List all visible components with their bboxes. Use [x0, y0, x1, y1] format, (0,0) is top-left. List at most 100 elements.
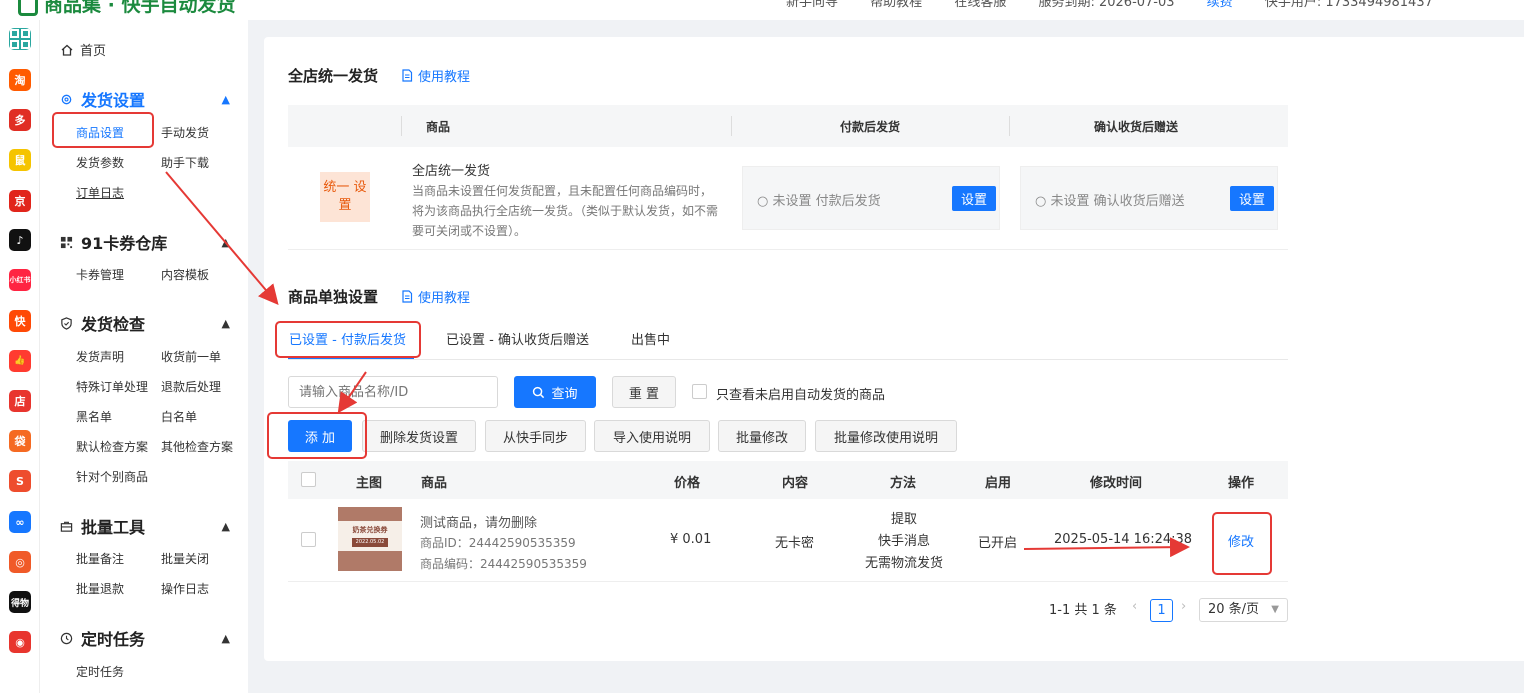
shopee-icon[interactable]: S — [9, 470, 31, 492]
product-tabs: 已设置 - 付款后发货 已设置 - 确认收货后赠送 出售中 — [288, 318, 1288, 360]
xiaohongshu-icon[interactable]: 小红书 — [9, 269, 31, 291]
col-enabled: 启用 — [985, 476, 1012, 491]
app-icon-3[interactable]: 鼠 — [9, 149, 31, 171]
link-icon[interactable]: ∞ — [9, 511, 31, 533]
row-checkbox[interactable] — [301, 532, 316, 547]
select-all-checkbox[interactable] — [301, 472, 316, 487]
product-code: 商品编码：24442590535359 — [420, 557, 587, 571]
sidebar-item-batch-close[interactable]: 批量关闭 — [161, 550, 209, 567]
col-product: 商品 — [421, 476, 448, 491]
modified-time: 2025-05-14 16:24:38 — [1054, 532, 1193, 547]
jd-icon[interactable]: 京 — [9, 190, 31, 212]
document-icon — [402, 69, 413, 82]
clock-icon — [60, 632, 73, 644]
annotation-box-edit — [1212, 512, 1272, 575]
reset-button[interactable]: 重 置 — [612, 376, 676, 408]
thumb-icon[interactable]: 👍 — [9, 350, 31, 372]
sidebar-item-batch-note[interactable]: 批量备注 — [76, 550, 124, 567]
chevron-up-icon: ▲ — [221, 235, 230, 249]
chevron-up-icon: ▲ — [221, 316, 230, 330]
chevron-up-icon: ▲ — [221, 92, 230, 106]
import-help-button[interactable]: 导入使用说明 — [594, 420, 710, 452]
next-page-icon[interactable]: › — [1181, 599, 1186, 614]
col-modified: 修改时间 — [1090, 476, 1143, 491]
page-1[interactable]: 1 — [1150, 599, 1173, 622]
annotation-box-tab — [275, 321, 421, 358]
receipt-gift-status: ○ 未设置 确认收货后赠送 — [1035, 194, 1185, 209]
col-content: 内容 — [782, 476, 809, 491]
sidebar-item-home[interactable]: 首页 — [60, 40, 106, 59]
app-grid-icon[interactable] — [9, 28, 31, 50]
header-link-help[interactable]: 帮助教程 — [870, 0, 922, 10]
product-id: 商品ID：24442590535359 — [420, 536, 576, 550]
sidebar-group-batch-tools[interactable]: 批量工具 ▲ — [60, 514, 230, 538]
sidebar-item-ship-statement[interactable]: 发货声明 — [76, 348, 124, 365]
header-link-guide[interactable]: 新手向导 — [786, 0, 838, 10]
sidebar-item-per-product[interactable]: 针对个别商品 — [76, 468, 148, 485]
sidebar-item-default-check[interactable]: 默认检查方案 — [76, 438, 148, 455]
product-thumbnail: 奶茶兑换券 2022.05.02 — [338, 507, 402, 571]
sync-kuaishou-button[interactable]: 从快手同步 — [485, 420, 586, 452]
shield-icon — [61, 316, 72, 330]
pinduoduo-icon[interactable]: 多 — [9, 109, 31, 131]
app-icon-13[interactable]: ◎ — [9, 551, 31, 573]
kuaishou-icon[interactable]: 快 — [9, 310, 31, 332]
sidebar-group-scheduled[interactable]: 定时任务 ▲ — [60, 626, 230, 650]
header-menu: 新手向导 帮助教程 在线客服 服务到期: 2026-07-03 续费 快手用户:… — [786, 0, 1461, 10]
global-section-title: 全店统一发货 — [288, 67, 379, 85]
sidebar-item-content-template[interactable]: 内容模板 — [161, 266, 209, 283]
sidebar-item-other-check[interactable]: 其他检查方案 — [161, 438, 233, 455]
shop-bag-icon[interactable]: 袋 — [9, 430, 31, 452]
home-icon — [61, 44, 73, 56]
header-expiry: 服务到期: 2026-07-03 — [1038, 0, 1175, 10]
dewu-icon[interactable]: 得物 — [9, 591, 31, 613]
sidebar-item-ship-params[interactable]: 发货参数 — [76, 154, 124, 171]
receipt-gift-set-button[interactable]: 设置 — [1230, 186, 1274, 211]
pay-ship-set-button[interactable]: 设置 — [952, 186, 996, 211]
global-row-desc: 当商品未设置任何发货配置，且未配置任何商品编码时，将为该商品执行全店统一发货。（… — [412, 184, 719, 238]
prev-page-icon[interactable]: ‹ — [1132, 599, 1137, 614]
qr-icon — [60, 236, 73, 248]
store-icon[interactable]: 店 — [9, 390, 31, 412]
chevron-up-icon: ▲ — [221, 631, 230, 645]
header-link-service[interactable]: 在线客服 — [954, 0, 1006, 10]
sidebar-item-operation-log[interactable]: 操作日志 — [161, 580, 209, 597]
sidebar-item-batch-refund[interactable]: 批量退款 — [76, 580, 124, 597]
product-table-header: 主图 商品 价格 内容 方法 启用 修改时间 操作 — [288, 461, 1288, 499]
sidebar-item-card-manage[interactable]: 卡券管理 — [76, 266, 124, 283]
header-user[interactable]: 快手用户: 1733494981437 — [1265, 0, 1433, 10]
search-icon — [533, 386, 545, 398]
sidebar-group-card-store[interactable]: 91卡券仓库 ▲ — [60, 230, 230, 254]
sidebar-item-blacklist[interactable]: 黑名单 — [76, 408, 112, 425]
sidebar-item-whitelist[interactable]: 白名单 — [161, 408, 197, 425]
annotation-box-add — [267, 412, 367, 459]
product-search-input[interactable] — [288, 376, 498, 408]
sidebar-item-after-refund[interactable]: 退款后处理 — [161, 378, 221, 395]
header-renew-link[interactable]: 续费 — [1207, 0, 1233, 10]
sidebar-item-scheduled-task[interactable]: 定时任务 — [76, 663, 124, 680]
sidebar-item-order-log[interactable]: 订单日志 — [76, 184, 124, 201]
sidebar-group-shipping[interactable]: 发货设置 ▲ — [60, 87, 230, 111]
taobao-icon[interactable]: 淘 — [9, 69, 31, 91]
unified-badge: 统一 设置 — [320, 172, 370, 222]
sidebar-item-special-orders[interactable]: 特殊订单处理 — [76, 378, 148, 395]
single-tutorial-link[interactable]: 使用教程 — [401, 287, 470, 306]
page-size-select[interactable]: 20 条/页 ▼ — [1199, 598, 1288, 622]
single-section-title: 商品单独设置 — [288, 288, 379, 306]
gear-icon — [61, 94, 72, 104]
only-disabled-checkbox[interactable] — [692, 384, 707, 399]
batch-edit-button[interactable]: 批量修改 — [718, 420, 806, 452]
sidebar-item-download[interactable]: 助手下载 — [161, 154, 209, 171]
batch-edit-help-button[interactable]: 批量修改使用说明 — [815, 420, 957, 452]
app-icon-15[interactable]: ◉ — [9, 631, 31, 653]
sidebar-home-label: 首页 — [80, 44, 107, 59]
global-tutorial-link[interactable]: 使用教程 — [401, 66, 470, 85]
tab-on-sale[interactable]: 出售中 — [631, 329, 670, 348]
sidebar-group-ship-check[interactable]: 发货检查 ▲ — [60, 311, 230, 335]
sidebar-item-manual-ship[interactable]: 手动发货 — [161, 124, 209, 141]
sidebar-item-before-receipt[interactable]: 收货前一单 — [161, 348, 221, 365]
delete-settings-button[interactable]: 删除发货设置 — [362, 420, 476, 452]
query-button[interactable]: 查询 — [514, 376, 596, 408]
tab-receipt-gift[interactable]: 已设置 - 确认收货后赠送 — [446, 329, 589, 348]
douyin-icon[interactable]: ♪ — [9, 229, 31, 251]
